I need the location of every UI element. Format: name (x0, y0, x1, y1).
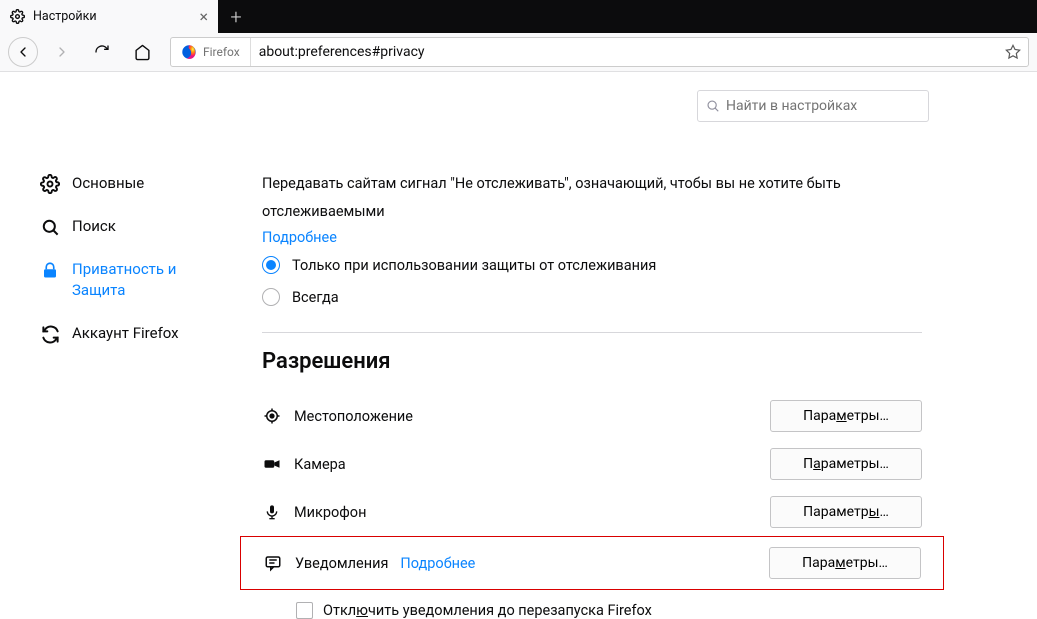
permissions-heading: Разрешения (262, 349, 922, 374)
tab-bar: Настройки × + (0, 0, 1037, 33)
gear-icon (40, 174, 60, 194)
notifications-learn-more-link[interactable]: Подробнее (400, 555, 475, 572)
checkbox-label: Отключить уведомления до перезапуска Fir… (323, 602, 652, 619)
search-placeholder: Найти в настройках (726, 98, 857, 114)
perm-label: Камера (294, 456, 346, 473)
new-tab-button[interactable]: + (218, 0, 254, 33)
perm-label: Местоположение (294, 408, 413, 425)
dnt-option-only-tracking[interactable]: Только при использовании защиты от отсле… (262, 252, 922, 278)
perm-row-microphone: Микрофон Параметры… (262, 488, 922, 536)
perm-row-camera: Камера Параметры… (262, 440, 922, 488)
sidebar-item-account[interactable]: Аккаунт Firefox (0, 312, 222, 355)
lock-icon (40, 260, 60, 280)
dnt-learn-more-link[interactable]: Подробнее (262, 229, 922, 246)
notification-icon (263, 553, 283, 573)
perm-settings-button[interactable]: Параметры… (770, 448, 922, 480)
radio-label: Всегда (292, 289, 339, 306)
perm-label: Уведомления (295, 555, 388, 572)
forward-button[interactable] (46, 36, 78, 68)
microphone-icon (262, 502, 282, 522)
perm-label: Микрофон (294, 504, 366, 521)
main-content: Найти в настройках Передавать сайтам сиг… (222, 72, 1037, 581)
close-icon[interactable]: × (199, 7, 208, 26)
tab-title: Настройки (33, 9, 97, 24)
reload-button[interactable] (86, 36, 118, 68)
tab-settings[interactable]: Настройки × (0, 0, 218, 33)
perm-settings-button[interactable]: Параметры… (770, 496, 922, 528)
perm-row-notifications: Уведомления Подробнее Параметры… (263, 537, 921, 589)
radio-icon (262, 256, 280, 274)
highlight-box: Уведомления Подробнее Параметры… (240, 536, 944, 590)
sync-icon (40, 324, 60, 344)
bookmark-star[interactable] (998, 44, 1028, 60)
perm-row-location: Местоположение Параметры… (262, 392, 922, 440)
sidebar-item-label: Приватность и Защита (72, 259, 202, 301)
home-button[interactable] (126, 36, 158, 68)
checkbox-icon (296, 602, 313, 619)
sidebar-item-privacy[interactable]: Приватность и Защита (0, 248, 222, 312)
toolbar: Firefox about:preferences#privacy (0, 33, 1037, 72)
radio-label: Только при использовании защиты от отсле… (292, 257, 656, 274)
pause-notifications-checkbox[interactable]: Отключить уведомления до перезапуска Fir… (262, 602, 922, 619)
sidebar-item-search[interactable]: Поиск (0, 205, 222, 248)
search-icon (706, 99, 720, 113)
identity-box[interactable]: Firefox (171, 38, 251, 66)
sidebar-item-label: Аккаунт Firefox (72, 323, 179, 344)
radio-icon (262, 288, 280, 306)
dnt-option-always[interactable]: Всегда (262, 284, 922, 310)
firefox-icon (181, 44, 197, 60)
perm-settings-button[interactable]: Параметры… (770, 400, 922, 432)
sidebar: Основные Поиск Приватность и Защита Акка… (0, 72, 222, 581)
url-bar[interactable]: Firefox about:preferences#privacy (170, 37, 1029, 67)
perm-settings-button[interactable]: Параметры… (769, 547, 921, 579)
back-button[interactable] (8, 37, 38, 67)
sidebar-item-general[interactable]: Основные (0, 162, 222, 205)
camera-icon (262, 454, 282, 474)
identity-label: Firefox (203, 45, 240, 59)
search-icon (40, 217, 60, 237)
sidebar-item-label: Поиск (72, 216, 116, 237)
sidebar-item-label: Основные (72, 173, 144, 194)
url-text: about:preferences#privacy (251, 44, 998, 60)
search-input[interactable]: Найти в настройках (697, 90, 929, 122)
location-icon (262, 406, 282, 426)
gear-icon (10, 9, 25, 24)
dnt-description: Передавать сайтам сигнал "Не отслеживать… (262, 170, 922, 225)
